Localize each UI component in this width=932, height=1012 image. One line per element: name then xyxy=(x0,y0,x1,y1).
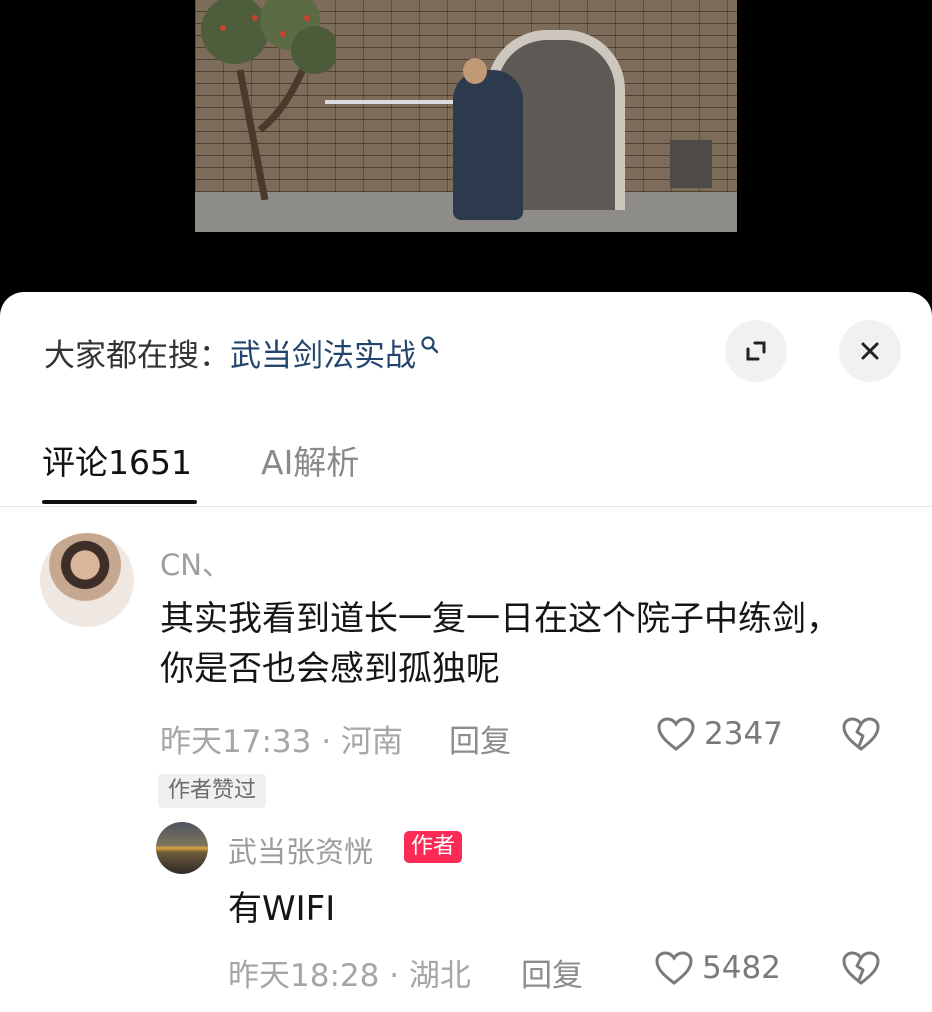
reply-button[interactable]: 回复 xyxy=(449,716,511,761)
comment-tabs: 评论1651 AI解析 xyxy=(0,418,932,507)
expand-button[interactable] xyxy=(725,320,787,382)
reply-text: 有WIFI xyxy=(228,889,336,929)
dislike-icon[interactable] xyxy=(841,716,881,752)
trending-search-row[interactable]: 大家都在搜： 武当剑法实战 xyxy=(44,330,440,374)
close-icon xyxy=(861,342,879,360)
video-player[interactable] xyxy=(0,0,932,300)
comment-username[interactable]: CN、 xyxy=(160,542,231,584)
like-count: 5482 xyxy=(702,950,781,986)
trending-search-label: 大家都在搜： xyxy=(44,337,230,374)
avatar[interactable] xyxy=(40,533,134,627)
comment-time-location: 昨天17:33 · 河南 xyxy=(160,724,403,760)
swordsman-head xyxy=(463,58,487,84)
heart-icon xyxy=(657,717,695,751)
dislike-icon[interactable] xyxy=(841,950,881,986)
trending-search-query[interactable]: 武当剑法实战 xyxy=(230,330,416,375)
reply-username[interactable]: 武当张资恍 xyxy=(228,829,373,871)
comment-text: 其实我看到道长一复一日在这个院子中练剑，你是否也会感到孤独呢 xyxy=(160,599,840,689)
video-frame[interactable] xyxy=(195,0,737,232)
swordsman-figure xyxy=(453,70,523,220)
active-tab-indicator xyxy=(42,500,197,504)
heart-icon xyxy=(655,951,693,985)
like-button[interactable]: 5482 xyxy=(654,950,781,986)
author-liked-badge: 作者赞过 xyxy=(158,774,267,808)
search-icon xyxy=(421,336,439,354)
author-tag: 作者 xyxy=(404,831,463,863)
avatar[interactable] xyxy=(156,822,208,874)
close-button[interactable] xyxy=(839,320,901,382)
stone-lantern xyxy=(670,140,712,188)
sword-graphic xyxy=(325,100,455,104)
reply-button[interactable]: 回复 xyxy=(521,950,583,995)
tree-graphic xyxy=(201,0,335,200)
reply-time-location: 昨天18:28 · 湖北 xyxy=(228,958,471,994)
tab-ai-analysis[interactable]: AI解析 xyxy=(261,436,359,484)
tab-comments[interactable]: 评论1651 xyxy=(42,436,192,484)
like-button[interactable]: 2347 xyxy=(656,716,783,752)
expand-icon xyxy=(746,341,766,361)
like-count: 2347 xyxy=(704,716,783,752)
